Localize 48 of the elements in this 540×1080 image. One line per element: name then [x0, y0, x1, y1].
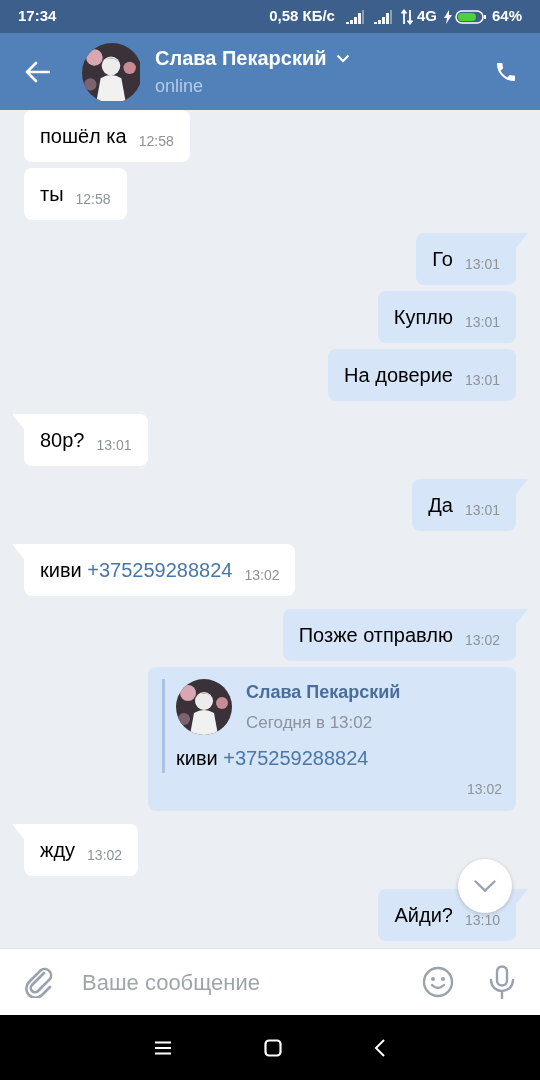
message-text: пошёл ка: [40, 123, 127, 149]
message-text: Айди?: [394, 903, 453, 928]
message-text: На доверие: [344, 362, 453, 388]
message-time: 13:02: [87, 846, 123, 865]
message-time: 13:01: [464, 254, 500, 274]
message-time: 12:58: [138, 131, 174, 151]
message-text: Го: [432, 246, 453, 272]
message-date: Сегодня в 13:02: [246, 711, 374, 734]
signal-icon: [372, 8, 393, 25]
chevron-down-icon: [474, 880, 496, 892]
charging-icon: [443, 9, 452, 24]
author-name[interactable]: Слава Пекарский: [246, 678, 401, 706]
clock-time: 17:34: [18, 6, 57, 27]
phone-link[interactable]: +375259288824: [87, 558, 233, 581]
contact-status: online: [155, 75, 205, 98]
phone-link[interactable]: +375259288824: [223, 747, 369, 769]
home-icon[interactable]: [264, 1038, 282, 1057]
message-input[interactable]: Ваше сообщение: [80, 964, 422, 1000]
message-time: 13:01: [464, 370, 500, 390]
paperclip-icon[interactable]: [24, 966, 54, 998]
message-text: 80р?: [40, 427, 85, 453]
network-speed: 0,58 КБ/с: [269, 6, 335, 27]
data-arrows-icon: [400, 8, 413, 25]
message-time: 13:10: [464, 911, 500, 930]
message-time: 13:01: [464, 312, 500, 332]
contact-name[interactable]: Слава Пекарский: [155, 43, 327, 73]
chevron-down-icon: [335, 53, 350, 63]
battery-icon: [454, 9, 487, 24]
message-time: 13:01: [464, 500, 500, 520]
message-time: 13:02: [244, 565, 280, 585]
message-time: 13:02: [466, 781, 502, 797]
message-text: Позже отправлю: [298, 622, 453, 648]
network-type: 4G: [416, 6, 437, 27]
signal-icon: [344, 8, 365, 25]
battery-level: 64%: [491, 6, 522, 27]
message-time: 12:58: [75, 189, 111, 209]
emoji-icon[interactable]: [422, 966, 454, 998]
back-icon[interactable]: [374, 1037, 386, 1058]
message-text: жду: [40, 838, 76, 863]
message-text: Куплю: [393, 304, 453, 330]
microphone-icon[interactable]: [488, 965, 516, 999]
message-text: киви +375259288824: [40, 557, 233, 583]
message-text: ты: [40, 181, 64, 207]
message-time: 13:01: [96, 435, 132, 455]
message-text: Да: [428, 492, 453, 518]
menu-icon[interactable]: [154, 1040, 172, 1055]
message-text: киви +375259288824: [176, 746, 370, 771]
message-time: 13:02: [464, 630, 500, 650]
